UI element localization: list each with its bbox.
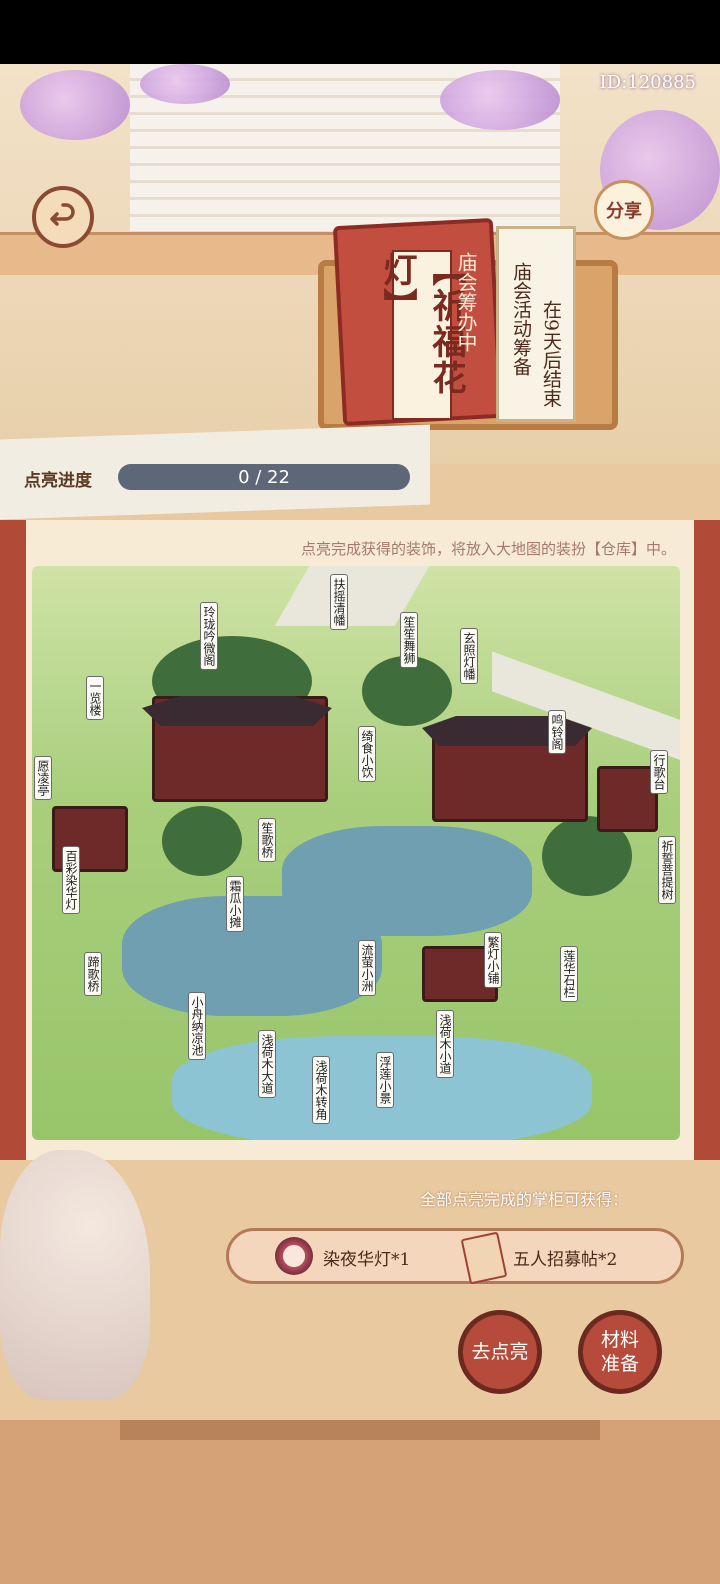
scroll-hint: 点亮完成获得的装饰，将放入大地图的装扮【仓库】中。 [300, 540, 676, 558]
map-label[interactable]: 玄照灯幡 [460, 628, 478, 684]
player-id: ID:120885 [599, 72, 696, 93]
map-pond [282, 826, 532, 936]
map-label[interactable]: 祈誓菩提树 [658, 836, 676, 904]
progress-label: 点亮进度 [24, 471, 92, 491]
progress-text: 0 / 22 [238, 466, 290, 488]
map-label[interactable]: 浅荷木转角 [312, 1056, 330, 1124]
map-roof [142, 696, 332, 726]
map-label[interactable]: 莲华石栏 [560, 946, 578, 1002]
recruit-cards-icon [460, 1231, 508, 1285]
map-label[interactable]: 行歌台 [650, 750, 668, 794]
map-label[interactable]: 玲珑吟微阁 [200, 602, 218, 670]
map-label[interactable]: 浅荷木小道 [436, 1010, 454, 1078]
event-status: 庙会筹办中 [454, 252, 478, 352]
reward-bar: 染夜华灯*1 五人招募帖*2 [226, 1228, 684, 1285]
blossom-decoration [440, 70, 560, 130]
map-roof [422, 716, 592, 746]
back-button[interactable] [32, 186, 94, 248]
lantern-wreath-icon [275, 1237, 313, 1275]
event-title: 【祈福花灯】 [377, 250, 466, 420]
blossom-decoration [140, 64, 230, 104]
materials-button[interactable]: 材料准备 [578, 1310, 662, 1394]
blossom-decoration [20, 70, 130, 140]
reward-item-label: 五人招募帖*2 [513, 1250, 618, 1270]
festival-map: 扶摇清幡 玲珑吟微阁 笙笙舞狮 玄照灯幡 一览楼 鸣铃阁 绮食小饮 行歌台 愿凌… [32, 566, 680, 1140]
floor-rail [120, 1420, 600, 1440]
event-activity: 庙会活动筹备 [510, 262, 532, 376]
map-label[interactable]: 扶摇清幡 [330, 574, 348, 630]
map-building [597, 766, 658, 832]
status-bar [0, 0, 720, 64]
map-label[interactable]: 蹄歌桥 [84, 952, 102, 996]
share-button[interactable]: 分享 [594, 180, 654, 240]
progress-bar: 0 / 22 [118, 464, 410, 490]
map-label[interactable]: 小舟纳凉池 [188, 992, 206, 1060]
map-label[interactable]: 浅荷木大道 [258, 1030, 276, 1098]
map-label[interactable]: 百彩染华灯 [62, 846, 80, 914]
map-trees [162, 806, 242, 876]
map-label[interactable]: 鸣铃阁 [548, 710, 566, 754]
map-label[interactable]: 一览楼 [86, 676, 104, 720]
reward-title: 全部点亮完成的掌柜可获得： [420, 1190, 629, 1209]
map-label[interactable]: 愿凌亭 [34, 756, 52, 800]
back-arrow-icon [50, 203, 75, 226]
map-label[interactable]: 绮食小饮 [358, 726, 376, 782]
floor [0, 1420, 720, 1584]
map-label[interactable]: 笙笙舞狮 [400, 612, 418, 668]
cat-mascot [0, 1150, 150, 1400]
map-label[interactable]: 浮莲小景 [376, 1052, 394, 1108]
map-label[interactable]: 霜瓜小摊 [226, 876, 244, 932]
map-label[interactable]: 笙歌桥 [258, 818, 276, 862]
map-label[interactable]: 繁灯小铺 [484, 932, 502, 988]
light-up-button[interactable]: 去点亮 [458, 1310, 542, 1394]
event-countdown: 在9天后结束 [540, 300, 562, 408]
map-label[interactable]: 流萤小洲 [358, 940, 376, 996]
reward-item-label: 染夜华灯*1 [323, 1250, 411, 1270]
